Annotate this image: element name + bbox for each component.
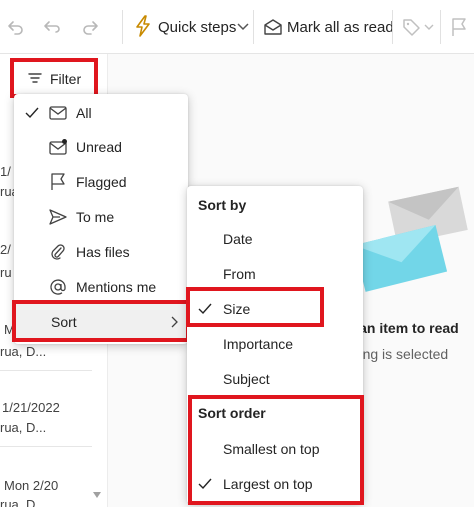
checkmark-icon [25,107,39,118]
filter-item-label: Flagged [76,173,127,190]
scroll-down-arrow-icon[interactable] [93,492,101,498]
filter-item-unread[interactable]: Unread [14,129,188,164]
filter-item-label: All [76,104,92,121]
flag-icon[interactable] [448,16,470,38]
filter-item-has-files[interactable]: Has files [14,234,188,269]
lightning-icon [132,15,154,37]
toolbar-separator [122,10,123,44]
filter-item-label: Has files [76,243,130,260]
sort-option-label: From [223,265,256,282]
message-sender: rua, D... [0,344,47,359]
toolbar-separator [253,10,254,44]
filter-item-label: To me [76,208,115,225]
toolbar-separator [392,10,393,44]
message-sender: rua, D... [0,420,47,435]
filter-item-mentions-me[interactable]: Mentions me [14,269,188,304]
envelopes-illustration-icon [353,186,468,292]
filter-item-label: Mentions me [76,278,157,295]
chevron-down-icon[interactable] [424,16,434,38]
quick-steps-button[interactable]: Quick steps [158,19,236,36]
filter-highlight-box [10,58,98,98]
sort-order-highlight-box [188,395,364,505]
filter-item-to-me[interactable]: To me [14,199,188,234]
message-divider [0,446,92,447]
mail-icon [49,104,67,122]
message-divider [0,370,92,371]
sort-option-label: Subject [223,370,270,387]
sort-highlight-box [12,300,190,342]
message-date: Mon 2/20 [4,478,59,493]
forward-icon[interactable] [80,16,102,38]
message-date: 1/ [0,164,11,179]
tag-icon[interactable] [400,16,422,38]
message-sender: ru [0,265,12,280]
filter-item-all[interactable]: All [14,95,188,130]
sort-option-label: Date [223,230,253,247]
sort-by-from[interactable]: From [187,256,363,291]
toolbar: Quick steps Mark all as read [0,0,474,54]
sort-by-importance[interactable]: Importance [187,326,363,361]
flag-icon [49,172,67,191]
sort-by-subject[interactable]: Subject [187,361,363,396]
paperclip-icon [49,243,67,261]
toolbar-separator [440,10,441,44]
sort-option-label: Importance [223,335,294,352]
message-date: 2/ [0,242,11,257]
message-date: 1/21/2022 [2,400,60,415]
mail-open-icon [262,16,284,38]
send-icon [49,208,67,226]
filter-item-flagged[interactable]: Flagged [14,164,188,199]
size-highlight-box [186,287,324,327]
mail-unread-icon [49,138,67,156]
filter-item-label: Unread [76,138,122,155]
chevron-down-icon[interactable] [232,16,254,38]
redo-icon[interactable] [40,16,62,38]
sort-by-header: Sort by [198,197,247,213]
sort-by-date[interactable]: Date [187,221,363,256]
message-sender: rua, D... [0,497,47,507]
mark-all-read-button[interactable]: Mark all as read [287,19,394,36]
undo-icon[interactable] [4,16,26,38]
at-icon [49,278,67,296]
